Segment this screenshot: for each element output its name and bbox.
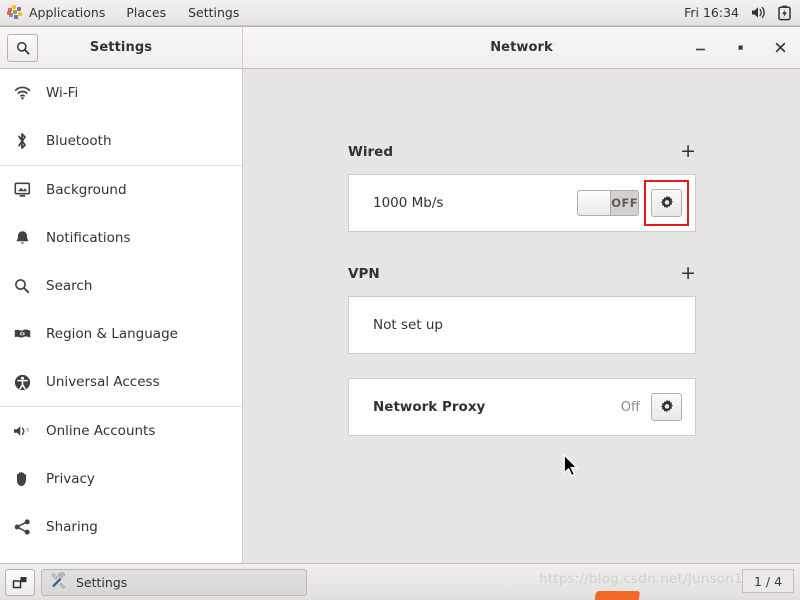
sidebar-item-online-accounts[interactable]: s Online Accounts <box>0 407 242 455</box>
battery-charging-icon[interactable] <box>778 5 791 21</box>
sidebar-item-region-language[interactable]: Region & Language <box>0 310 242 358</box>
header-left-pane: Settings <box>0 27 243 68</box>
places-menu[interactable]: Places <box>115 0 177 25</box>
wired-title: Wired <box>348 143 393 160</box>
network-proxy-status: Off <box>620 399 640 415</box>
wired-section-header: Wired + <box>348 142 696 161</box>
sidebar-item-search[interactable]: Search <box>0 262 242 310</box>
network-proxy-row: Network Proxy Off <box>349 379 695 435</box>
sidebar-item-label: Sharing <box>46 519 98 535</box>
settings-window: Settings Network Wi-Fi Bluetooth Backgro… <box>0 26 800 564</box>
places-menu-label: Places <box>126 5 167 20</box>
sidebar-item-sharing[interactable]: Sharing <box>0 503 242 551</box>
top-panel: Applications Places Settings Fri 16:34 <box>0 0 800 26</box>
header-right-pane: Network <box>243 27 800 68</box>
watermark: https://blog.csdn.net/Junson142 <box>539 571 761 587</box>
bluetooth-icon <box>12 132 32 150</box>
vpn-section-header: VPN + <box>348 264 696 283</box>
sidebar-item-label: Notifications <box>46 230 131 246</box>
taskbar-button-label: Settings <box>76 574 128 590</box>
wired-settings-highlight <box>644 180 689 226</box>
bell-icon <box>12 230 32 247</box>
maximize-icon <box>738 45 743 50</box>
flag-icon <box>12 328 32 341</box>
network-proxy-card: Network Proxy Off <box>348 378 696 436</box>
minimize-icon <box>695 48 705 51</box>
sidebar-item-universal-access[interactable]: Universal Access <box>0 358 242 406</box>
gear-icon <box>660 399 673 413</box>
show-desktop-button[interactable] <box>5 568 35 596</box>
network-settings-panel: Wired + 1000 Mb/s OFF VPN + Not set up N… <box>244 69 800 564</box>
sidebar-item-bluetooth[interactable]: Bluetooth <box>0 117 242 165</box>
sidebar-item-privacy[interactable]: Privacy <box>0 455 242 503</box>
settings-menu[interactable]: Settings <box>177 0 250 25</box>
network-proxy-title: Network Proxy <box>373 399 486 415</box>
sidebar-item-wifi[interactable]: Wi-Fi <box>0 69 242 117</box>
gnome-applications-icon <box>7 5 22 20</box>
search-icon <box>12 278 32 294</box>
sidebar-item-label: Search <box>46 278 93 294</box>
search-button[interactable] <box>7 33 38 62</box>
sidebar-item-label: Privacy <box>46 471 95 487</box>
sidebar-item-label: Online Accounts <box>46 423 156 439</box>
hand-icon <box>12 471 32 487</box>
wired-settings-button[interactable] <box>651 189 682 217</box>
search-icon <box>16 41 30 55</box>
vpn-card: Not set up <box>348 296 696 354</box>
window-header-bar: Settings Network <box>0 27 800 69</box>
wifi-icon <box>12 86 32 100</box>
add-wired-button[interactable]: + <box>680 142 696 161</box>
top-panel-status-area: Fri 16:34 <box>684 5 800 21</box>
accessibility-icon <box>12 374 32 391</box>
network-proxy-settings-button[interactable] <box>651 393 682 421</box>
monitor-icon <box>12 182 32 198</box>
vpn-status: Not set up <box>373 317 443 333</box>
sidebar-item-label: Background <box>46 182 127 198</box>
svg-text:s: s <box>26 425 30 433</box>
wired-row: 1000 Mb/s OFF <box>349 175 695 231</box>
close-icon <box>775 42 785 53</box>
desktop-screen: Applications Places Settings Fri 16:34 S… <box>0 0 800 600</box>
wired-card: 1000 Mb/s OFF <box>348 174 696 232</box>
toggle-knob <box>578 191 612 215</box>
vpn-row: Not set up <box>349 297 695 353</box>
sidebar-item-label: Wi-Fi <box>46 85 79 101</box>
online-accounts-icon: s <box>12 424 32 439</box>
wired-toggle[interactable]: OFF <box>577 190 639 216</box>
show-desktop-icon <box>12 576 27 588</box>
window-controls <box>680 27 800 68</box>
add-vpn-button[interactable]: + <box>680 264 696 283</box>
workspace-switcher[interactable]: 1 / 4 <box>742 569 794 593</box>
sidebar-item-label: Region & Language <box>46 326 178 342</box>
taskbar-button-settings[interactable]: Settings <box>41 568 307 596</box>
applications-menu-label: Applications <box>29 5 106 20</box>
sidebar-item-background[interactable]: Background <box>0 166 242 214</box>
volume-icon[interactable] <box>750 5 767 20</box>
settings-sidebar[interactable]: Wi-Fi Bluetooth Background Notifications… <box>0 69 243 564</box>
toggle-state-label: OFF <box>611 196 638 210</box>
minimize-button[interactable] <box>680 27 720 68</box>
settings-menu-label: Settings <box>188 5 240 20</box>
close-button[interactable] <box>760 27 800 68</box>
share-icon <box>12 519 32 535</box>
applications-menu[interactable]: Applications <box>0 0 115 25</box>
tools-icon <box>50 571 67 592</box>
clock[interactable]: Fri 16:34 <box>684 5 739 20</box>
vpn-title: VPN <box>348 265 380 282</box>
wired-speed: 1000 Mb/s <box>373 195 444 211</box>
sidebar-item-label: Bluetooth <box>46 133 112 149</box>
maximize-button[interactable] <box>720 27 760 68</box>
gear-icon <box>660 195 673 209</box>
sidebar-item-label: Universal Access <box>46 374 160 390</box>
sidebar-item-notifications[interactable]: Notifications <box>0 214 242 262</box>
orange-decoration <box>593 591 641 600</box>
